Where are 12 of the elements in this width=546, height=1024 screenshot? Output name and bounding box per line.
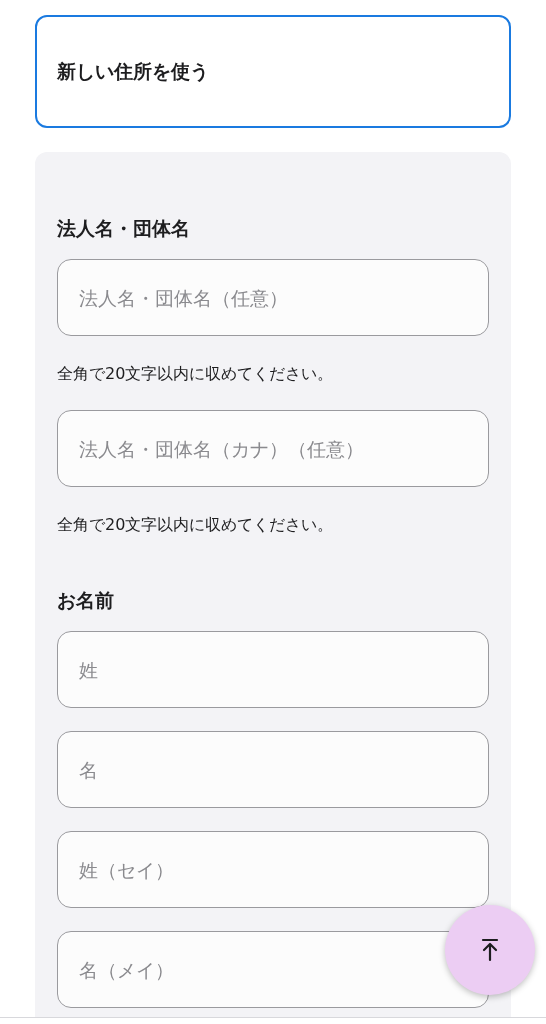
input-field[interactable]: 法人名・団体名（カナ）（任意）	[57, 410, 489, 487]
section-heading: 法人名・団体名	[57, 216, 191, 240]
input-field[interactable]: 法人名・団体名（任意）	[57, 259, 489, 336]
input-field[interactable]: 名（メイ）	[57, 931, 489, 1008]
input-field[interactable]: 姓	[57, 631, 489, 708]
hint-text: 全角で20文字以内に収めてください。	[57, 514, 335, 536]
hint-text: 全角で20文字以内に収めてください。	[57, 363, 335, 385]
input-field[interactable]: 名	[57, 731, 489, 808]
address-option[interactable]: 新しい住所を使う	[35, 15, 511, 128]
arrow-up-to-bar-icon	[480, 938, 500, 962]
section-heading: お名前	[57, 588, 115, 612]
input-field[interactable]: 姓（セイ）	[57, 831, 489, 908]
